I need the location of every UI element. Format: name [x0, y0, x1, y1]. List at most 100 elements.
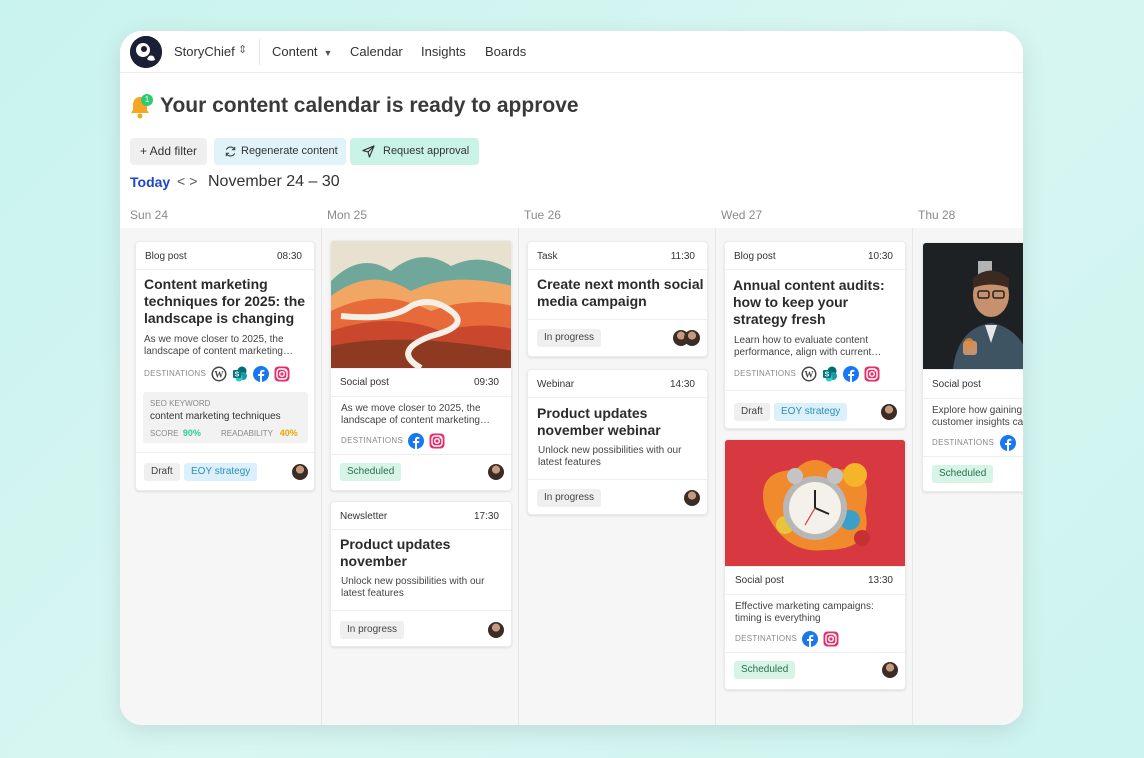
card-divider	[136, 269, 314, 270]
wordpress-icon: W	[211, 366, 227, 382]
card-title: Annual content audits: how to keep your …	[733, 277, 885, 327]
avatar[interactable]	[488, 464, 504, 480]
card-title: Product updates november webinar	[537, 405, 661, 438]
regenerate-content-label: Regenerate content	[241, 145, 338, 157]
nav-calendar[interactable]: Calendar	[350, 44, 403, 59]
portrait-image	[923, 243, 1023, 369]
add-filter-button[interactable]: + Add filter	[130, 138, 207, 165]
destinations-label: DESTINATIONS	[734, 369, 797, 378]
nav-boards[interactable]: Boards	[485, 44, 526, 59]
next-week-icon[interactable]: >	[189, 173, 201, 189]
svg-text:W: W	[805, 369, 814, 379]
nav-content[interactable]: Content ▼	[272, 44, 332, 59]
facebook-icon	[1000, 434, 1016, 451]
day-header-wed: Wed 27	[721, 208, 763, 222]
card-divider	[136, 452, 314, 453]
card-divider	[331, 454, 511, 455]
avatar[interactable]	[684, 330, 700, 346]
instagram-icon	[274, 366, 290, 382]
card-type: Webinar	[537, 379, 575, 390]
content-card-sun-blog[interactable]: Blog post 08:30 Content marketing techni…	[135, 241, 315, 491]
card-description: Effective marketing campaigns: timing is…	[735, 601, 874, 624]
nav-content-label: Content	[272, 44, 318, 59]
status-badge[interactable]: In progress	[340, 621, 405, 639]
instagram-icon	[864, 366, 880, 382]
instagram-icon	[429, 433, 445, 449]
card-divider	[331, 396, 511, 397]
avatar[interactable]	[882, 662, 898, 678]
card-divider	[331, 368, 511, 369]
content-card-tue-task[interactable]: Task 11:30 Create next month social medi…	[527, 241, 708, 357]
status-badge[interactable]: In progress	[537, 329, 602, 347]
card-time: 11:30	[670, 251, 695, 262]
card-time: 08:30	[276, 251, 302, 262]
request-approval-label: Request approval	[383, 145, 470, 157]
card-description: Unlock new possibilities with our latest…	[341, 576, 485, 599]
refresh-icon	[225, 146, 236, 157]
column-divider	[518, 228, 519, 725]
workspace-name[interactable]: StoryChief	[174, 44, 235, 59]
regenerate-content-button[interactable]: Regenerate content	[214, 138, 346, 165]
status-badge[interactable]: Scheduled	[734, 661, 796, 679]
status-badge[interactable]: Scheduled	[340, 463, 402, 481]
avatar[interactable]	[488, 622, 504, 638]
svg-text:W: W	[215, 369, 224, 379]
day-header-thu: Thu 28	[918, 208, 956, 222]
day-header-tue: Tue 26	[524, 208, 561, 222]
nav-insights[interactable]: Insights	[421, 44, 466, 59]
alarm-clock-image	[725, 440, 905, 566]
score-label: SCORE 90%	[150, 428, 201, 438]
card-divider	[725, 652, 905, 653]
destination-icons: WS	[211, 365, 295, 382]
tag-badge[interactable]: EOY strategy	[184, 463, 258, 481]
send-icon	[362, 145, 375, 158]
content-card-mon-newsletter[interactable]: Newsletter 17:30 Product updates novembe…	[330, 501, 512, 647]
content-card-thu-social[interactable]: Social post Explore how gaining customer…	[922, 242, 1023, 492]
destination-icons	[1000, 434, 1021, 451]
facebook-icon	[253, 365, 269, 382]
request-approval-button[interactable]: Request approval	[350, 138, 479, 165]
content-card-wed-blog[interactable]: Blog post 10:30 Annual content audits: h…	[724, 241, 906, 429]
card-divider	[923, 398, 1023, 399]
destinations-label: DESTINATIONS	[932, 438, 995, 447]
card-time: 17:30	[473, 511, 499, 522]
content-card-tue-webinar[interactable]: Webinar 14:30 Product updates november w…	[527, 369, 708, 515]
card-title: Product updates november	[340, 536, 451, 569]
today-button[interactable]: Today	[130, 174, 170, 190]
destinations-label: DESTINATIONS	[735, 634, 798, 643]
column-divider	[715, 228, 716, 725]
card-time: 10:30	[867, 251, 893, 262]
score-label-text: SCORE	[150, 429, 179, 438]
facebook-icon	[843, 365, 859, 382]
status-badge[interactable]: Draft	[144, 463, 180, 481]
card-description: Unlock new possibilities with our latest…	[538, 445, 682, 468]
status-badge[interactable]: Draft	[734, 403, 770, 421]
card-title: Content marketing techniques for 2025: t…	[144, 276, 306, 326]
nav-divider	[259, 39, 260, 65]
card-divider	[725, 566, 905, 567]
column-divider	[912, 228, 913, 725]
workspace-switch-icon[interactable]: ⇕	[238, 43, 247, 56]
card-divider	[331, 529, 511, 530]
top-navbar: StoryChief ⇕ Content ▼ Calendar Insights …	[120, 31, 1023, 73]
storychief-logo-icon[interactable]	[130, 36, 162, 68]
prev-week-icon[interactable]: <	[177, 173, 189, 189]
content-card-wed-social[interactable]: Social post 13:30 Effective marketing ca…	[724, 439, 906, 690]
card-divider	[725, 390, 905, 391]
card-divider	[725, 269, 905, 270]
avatar[interactable]	[292, 464, 308, 480]
facebook-icon	[408, 432, 424, 449]
content-card-mon-social[interactable]: Social post 09:30 As we move closer to 2…	[330, 240, 512, 491]
status-badge[interactable]: Scheduled	[932, 465, 994, 483]
avatar[interactable]	[881, 404, 897, 420]
status-badge[interactable]: In progress	[537, 489, 602, 507]
card-type: Social post	[340, 377, 389, 388]
card-description: Explore how gaining customer insights ca	[932, 405, 1023, 428]
card-type: Newsletter	[340, 511, 388, 522]
column-divider	[321, 228, 322, 725]
score-value: 90%	[182, 428, 201, 438]
card-type: Task	[537, 251, 558, 262]
card-divider	[725, 594, 905, 595]
tag-badge[interactable]: EOY strategy	[774, 403, 848, 421]
avatar[interactable]	[684, 490, 700, 506]
